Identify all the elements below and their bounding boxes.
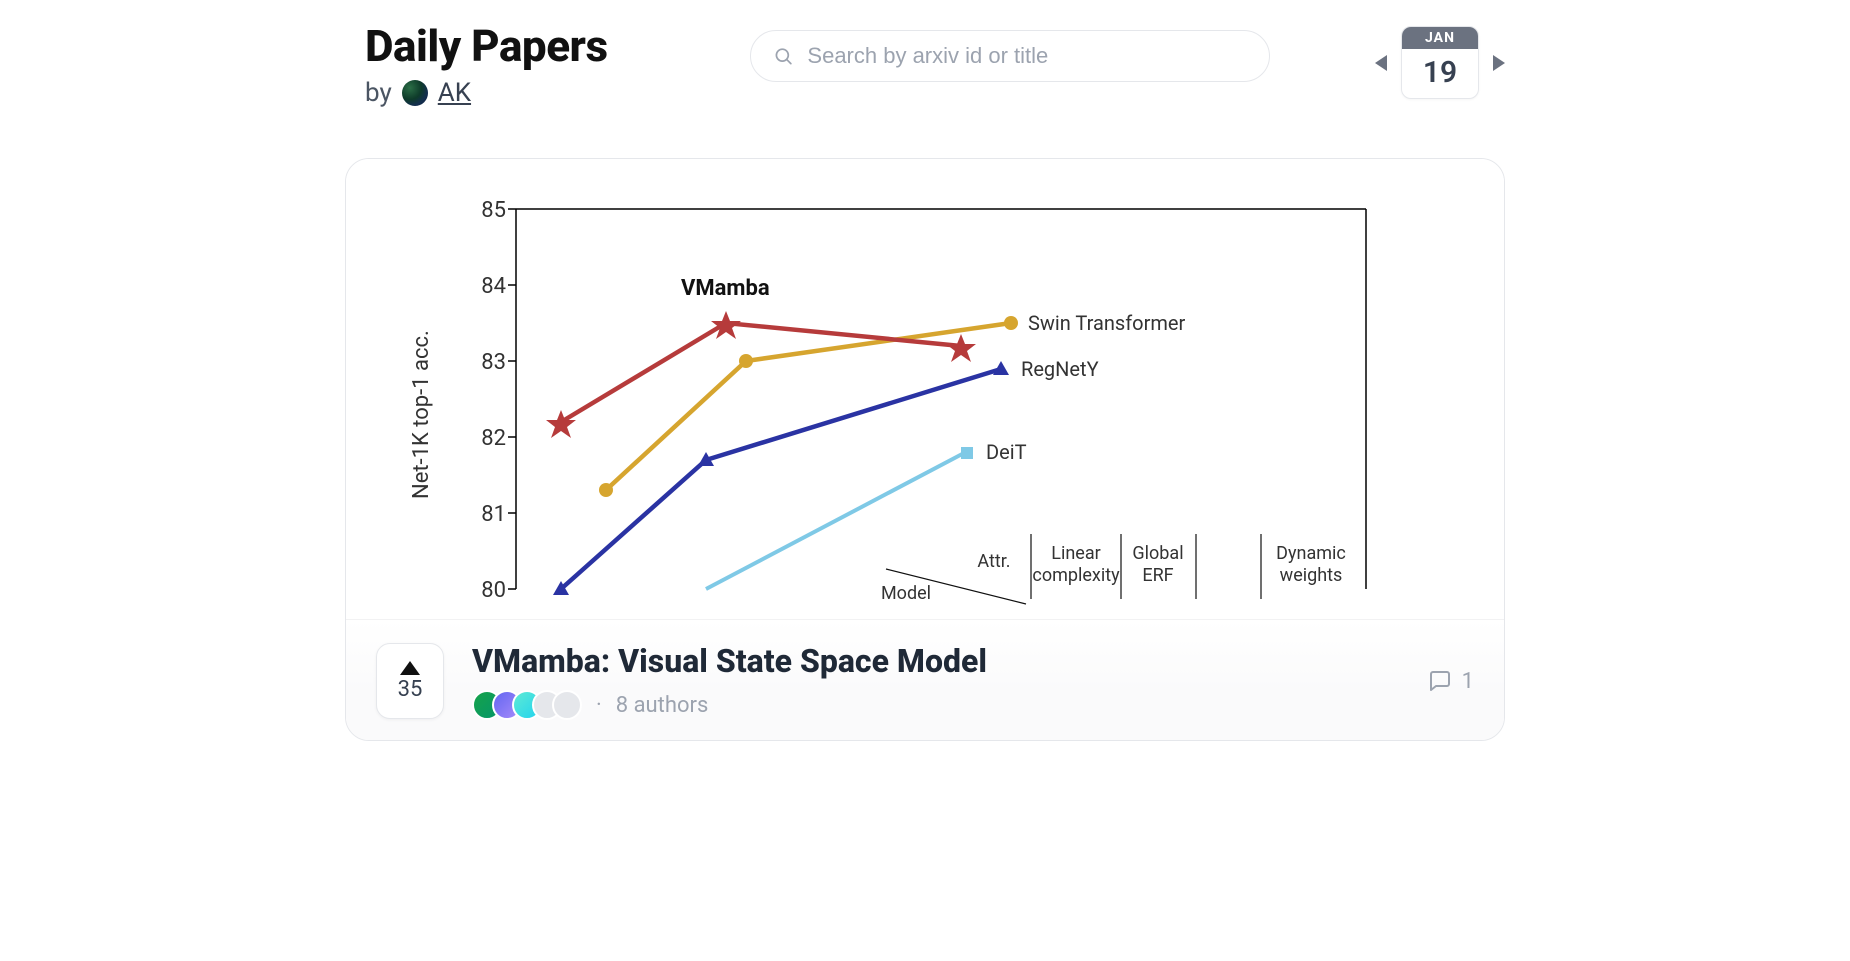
page-title: Daily Papers [365, 20, 645, 72]
search-input[interactable] [807, 43, 1247, 69]
upvote-count: 35 [398, 677, 423, 702]
by-label: by [365, 78, 392, 108]
ytick: 84 [481, 274, 506, 299]
comments-button[interactable]: 1 [1428, 669, 1474, 694]
author-link[interactable]: AK [438, 78, 471, 108]
ytick: 80 [481, 578, 506, 603]
th-attr: Attr. [977, 551, 1010, 572]
legend-vmamba: VMamba [681, 276, 770, 301]
th-model: Model [881, 583, 931, 604]
date-day: 19 [1402, 49, 1478, 98]
paper-figure: Net-1K top-1 acc. 85 84 83 82 81 80 [346, 159, 1504, 619]
prev-day-button[interactable] [1375, 55, 1387, 71]
chart: Net-1K top-1 acc. 85 84 83 82 81 80 [406, 169, 1386, 619]
date-card[interactable]: JAN 19 [1401, 26, 1479, 99]
paper-footer: 35 VMamba: Visual State Space Model · 8 … [346, 619, 1504, 740]
date-month: JAN [1402, 27, 1478, 49]
th-dynamic: Dynamic [1276, 543, 1346, 564]
next-day-button[interactable] [1493, 55, 1505, 71]
comment-count: 1 [1462, 669, 1474, 694]
upvote-icon [400, 661, 420, 675]
dot-separator: · [596, 693, 602, 718]
series-regnety: RegNetY [553, 357, 1099, 595]
comment-icon [1428, 669, 1452, 693]
ylabel: Net-1K top-1 acc. [409, 330, 434, 499]
legend-regnety: RegNetY [1021, 357, 1099, 381]
th-weights: weights [1280, 565, 1343, 586]
th-linear: Linear [1051, 543, 1100, 564]
th-global: Global [1132, 543, 1183, 564]
legend-deit: DeiT [986, 440, 1027, 464]
search-container [750, 30, 1270, 82]
ytick: 82 [481, 426, 506, 451]
legend-swin: Swin Transformer [1028, 311, 1185, 335]
ytick: 85 [481, 198, 506, 223]
th-complexity: complexity [1032, 565, 1120, 586]
ytick: 81 [481, 502, 506, 527]
author-avatar-icon [552, 690, 582, 720]
byline: by AK [365, 78, 645, 108]
upvote-button[interactable]: 35 [376, 643, 444, 719]
paper-card[interactable]: Net-1K top-1 acc. 85 84 83 82 81 80 [345, 158, 1505, 741]
avatar-stack [472, 690, 582, 720]
th-erf: ERF [1142, 565, 1173, 586]
search-icon [773, 45, 793, 67]
date-nav: JAN 19 [1375, 20, 1505, 99]
avatar-icon [402, 80, 428, 106]
authors-count[interactable]: 8 authors [616, 693, 709, 718]
ytick: 83 [481, 350, 506, 375]
authors-row: · 8 authors [472, 690, 1400, 720]
paper-title[interactable]: VMamba: Visual State Space Model [472, 642, 1400, 680]
